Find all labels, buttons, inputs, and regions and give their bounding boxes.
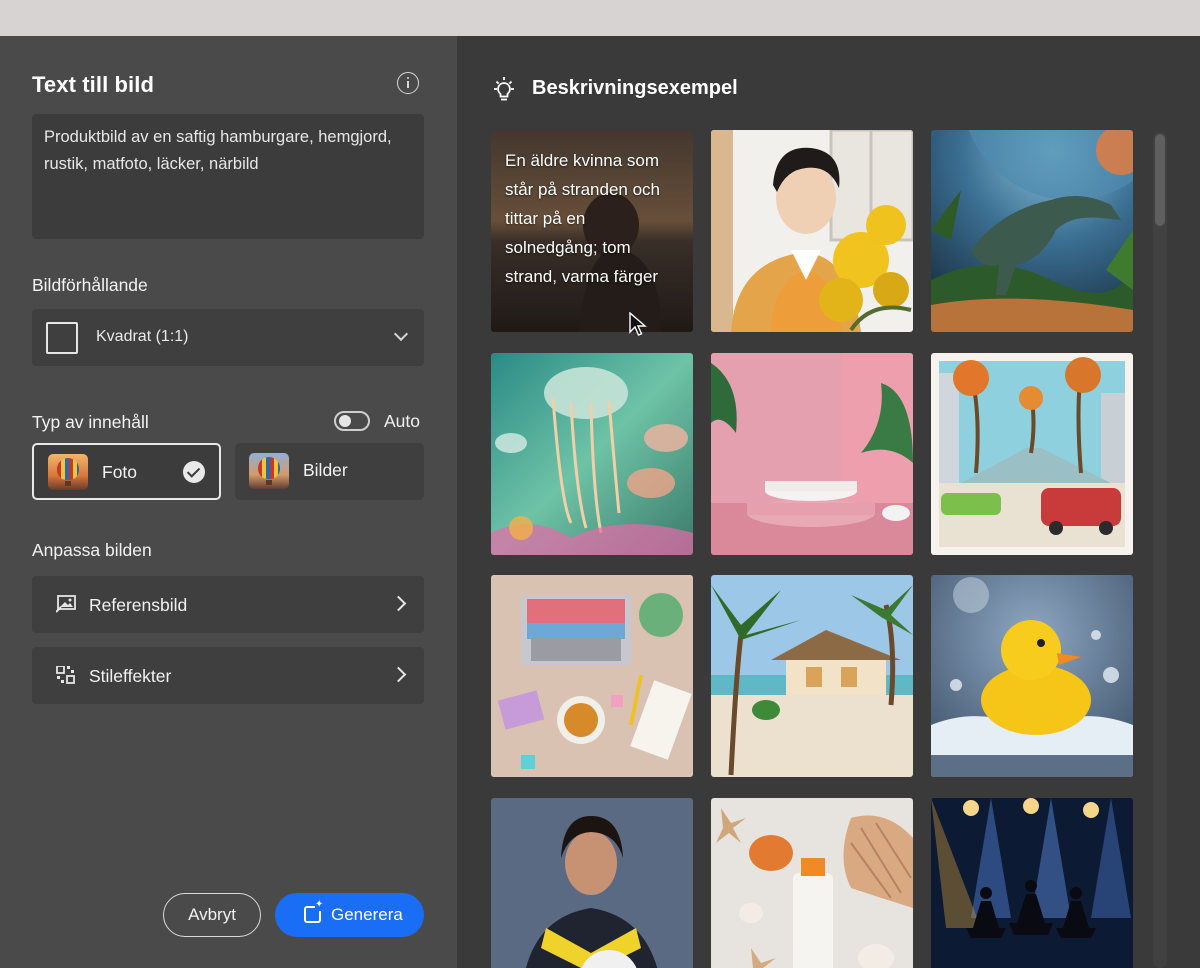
examples-title: Beskrivningsexempel bbox=[532, 77, 738, 99]
style-effects-row[interactable]: Stileffekter bbox=[32, 647, 424, 704]
hot-air-balloon-thumbnail bbox=[249, 453, 289, 489]
checkmark-icon bbox=[183, 461, 205, 483]
prompt-input[interactable]: Produktbild av en saftig hamburgare, hem… bbox=[32, 114, 424, 239]
example-watercolor-jellyfish[interactable] bbox=[491, 353, 693, 555]
chevron-down-icon bbox=[393, 326, 409, 342]
text-to-image-panel: Text till bild Produktbild av en saftig … bbox=[0, 36, 457, 968]
scrollbar-thumb[interactable] bbox=[1155, 134, 1165, 226]
window-title-bar bbox=[0, 0, 1200, 36]
hot-air-balloon-thumbnail bbox=[48, 454, 88, 490]
content-type-label: Typ av innehåll bbox=[32, 412, 149, 432]
auto-label: Auto bbox=[384, 411, 420, 431]
aspect-ratio-value: Kvadrat (1:1) bbox=[96, 328, 189, 345]
example-woman-soccer[interactable] bbox=[491, 798, 693, 968]
mouse-cursor-icon bbox=[629, 312, 647, 336]
auto-toggle[interactable] bbox=[334, 411, 370, 431]
content-type-photo-label: Foto bbox=[102, 462, 138, 482]
reference-image-icon bbox=[56, 595, 76, 613]
content-type-art[interactable]: Bilder bbox=[235, 443, 424, 500]
chevron-right-icon bbox=[390, 595, 407, 612]
examples-scrollbar[interactable] bbox=[1153, 132, 1167, 968]
reference-image-label: Referensbild bbox=[89, 595, 188, 615]
example-illustrated-young-man[interactable] bbox=[711, 130, 913, 332]
generate-label: Generera bbox=[331, 905, 403, 924]
chevron-right-icon bbox=[390, 666, 407, 683]
example-desk-laptop[interactable] bbox=[491, 575, 693, 777]
example-dinosaur-planet[interactable] bbox=[931, 130, 1133, 332]
examples-panel: Beskrivningsexempel En äldre kvinna som … bbox=[457, 36, 1200, 968]
style-effects-icon bbox=[56, 666, 75, 684]
example-ballet-stage[interactable] bbox=[931, 798, 1133, 968]
generate-button[interactable]: Generera bbox=[275, 893, 424, 937]
example-prompt-text: En äldre kvinna som står på stranden och… bbox=[505, 151, 660, 286]
customize-label: Anpassa bilden bbox=[32, 540, 152, 560]
info-icon[interactable] bbox=[397, 72, 419, 94]
example-pink-podium[interactable] bbox=[711, 353, 913, 555]
panel-title: Text till bild bbox=[32, 72, 154, 97]
content-type-art-label: Bilder bbox=[303, 460, 348, 480]
cancel-button[interactable]: Avbryt bbox=[163, 893, 261, 937]
lightbulb-icon bbox=[494, 77, 514, 101]
example-rubber-duck[interactable] bbox=[931, 575, 1133, 777]
example-beach-hut[interactable] bbox=[711, 575, 913, 777]
example-seashells-bottle[interactable] bbox=[711, 798, 913, 968]
generate-icon bbox=[304, 899, 324, 923]
style-effects-label: Stileffekter bbox=[89, 666, 172, 686]
example-beach-sunset-woman[interactable]: En äldre kvinna som står på stranden och… bbox=[491, 130, 693, 332]
reference-image-row[interactable]: Referensbild bbox=[32, 576, 424, 633]
aspect-ratio-dropdown[interactable]: Kvadrat (1:1) bbox=[32, 309, 424, 366]
content-type-photo[interactable]: Foto bbox=[32, 443, 221, 500]
example-retro-cars-street[interactable] bbox=[931, 353, 1133, 555]
aspect-ratio-label: Bildförhållande bbox=[32, 275, 148, 295]
square-aspect-icon bbox=[46, 322, 78, 354]
